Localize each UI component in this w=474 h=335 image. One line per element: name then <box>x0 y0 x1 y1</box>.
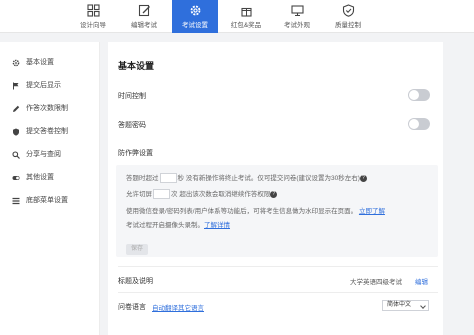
divider <box>118 292 438 293</box>
menu-icon <box>12 197 20 205</box>
gear-icon <box>12 59 20 67</box>
chevron-down-icon <box>420 303 426 309</box>
top-navigation: 设计向导 编辑考试 考试设置 红包&奖品 考试外观 质量控制 <box>0 0 474 33</box>
idle-timeout-row: 答题时超过 秒 没有新操作将终止考试。仅可提交问卷(建议设置为30秒左右)? <box>126 172 367 184</box>
sidebar-item-bottom-menu[interactable]: 底部菜单设置 <box>0 194 100 208</box>
language-select-value: 简体中文 <box>387 302 412 308</box>
switch-screen-row: 允许切屏 次 超出该次数会取消继续作答权限? <box>126 188 278 200</box>
gift-icon <box>240 4 253 17</box>
switch-screen-suffix: 超出该次数会取消继续作答权限 <box>179 191 271 198</box>
edit-link[interactable]: 编辑 <box>415 276 428 286</box>
survey-language-label: 问卷语言 <box>118 304 146 311</box>
sidebar-item-share-view[interactable]: 分享与查阅 <box>0 148 100 162</box>
title-description-label: 标题及说明 <box>118 278 153 285</box>
tab-label: 考试外观 <box>284 22 310 29</box>
tab-label: 设计向导 <box>80 22 106 29</box>
idle-timeout-prefix: 答题时超过 <box>126 175 159 182</box>
save-button[interactable]: 保存 <box>126 244 148 255</box>
shield-icon <box>12 128 20 136</box>
settings-sidebar: 基本设置 提交后显示 作答次数限制 提交答卷控制 分享与查阅 其他设置 底部菜单… <box>0 42 100 335</box>
switch-screen-prefix: 允许切屏 <box>126 191 152 198</box>
grid-icon <box>86 4 100 17</box>
details-link[interactable]: 了解详情 <box>204 222 230 229</box>
help-icon[interactable]: ? <box>270 190 278 198</box>
sidebar-item-label: 底部菜单设置 <box>26 197 68 204</box>
settings-panel: 基本设置 时间控制 答题密码 防作弊设置 答题时超过 秒 没有新操作将终止考试。仅… <box>108 42 443 335</box>
divider <box>118 266 438 267</box>
edit-icon <box>138 4 151 17</box>
pencil-icon <box>12 105 20 113</box>
anti-cheat-label: 防作弊设置 <box>118 150 153 157</box>
switch-count-input[interactable] <box>153 189 170 200</box>
tab-quality-control[interactable]: 质量控制 <box>325 0 371 33</box>
sidebar-item-other-settings[interactable]: 其他设置 <box>0 171 100 185</box>
tab-exam-appearance[interactable]: 考试外观 <box>274 0 320 33</box>
monitor-icon <box>290 4 304 17</box>
sidebar-item-submit-control[interactable]: 提交答卷控制 <box>0 125 100 139</box>
answer-password-toggle[interactable] <box>408 118 430 130</box>
tab-label: 红包&奖品 <box>230 22 262 29</box>
switch-count-unit: 次 <box>171 191 178 198</box>
time-control-toggle[interactable] <box>408 89 430 101</box>
watermark-text: 使用微信登录/密码列表/用户体系等功能后，可将考生信息做为水印显示在页面。 <box>126 208 358 215</box>
help-icon[interactable]: ? <box>359 174 367 182</box>
tab-exam-settings[interactable]: 考试设置 <box>172 0 218 33</box>
tab-label: 考试设置 <box>182 22 208 29</box>
shield-icon <box>342 4 355 17</box>
page-title: 基本设置 <box>118 61 155 71</box>
sidebar-item-basic-settings[interactable]: 基本设置 <box>0 56 100 70</box>
sidebar-item-after-submit[interactable]: 提交后显示 <box>0 79 100 93</box>
sidebar-item-label: 作答次数限制 <box>26 105 68 112</box>
language-select[interactable]: 简体中文 <box>382 300 429 311</box>
sidebar-item-label: 基本设置 <box>26 59 54 66</box>
flag-icon <box>12 82 20 90</box>
tab-label: 质量控制 <box>335 22 361 29</box>
tab-edit-exam[interactable]: 编辑考试 <box>121 0 167 33</box>
sidebar-item-label: 提交答卷控制 <box>26 128 68 135</box>
toggle-icon <box>12 174 20 182</box>
idle-seconds-unit: 秒 <box>177 175 185 182</box>
answer-password-label: 答题密码 <box>118 122 146 129</box>
tab-red-packet-prizes[interactable]: 红包&奖品 <box>223 0 269 33</box>
sidebar-item-label: 其他设置 <box>26 174 54 181</box>
camera-row: 考试过程开启摄像头录制。了解详情 <box>126 219 230 229</box>
auto-translate-link[interactable]: 自动翻译其它语言 <box>152 302 204 312</box>
camera-text: 考试过程开启摄像头录制。 <box>126 222 204 229</box>
sidebar-item-label: 分享与查阅 <box>26 151 61 158</box>
idle-timeout-suffix: 没有新操作将终止考试。仅可提交问卷(建议设置为30秒左右) <box>185 175 360 182</box>
sidebar-item-label: 提交后显示 <box>26 82 61 89</box>
exam-title-value: 大学英语四级考试 <box>350 279 402 286</box>
anti-cheat-panel: 答题时超过 秒 没有新操作将终止考试。仅可提交问卷(建议设置为30秒左右)? 允许… <box>116 165 438 257</box>
toggle-knob <box>409 90 419 100</box>
tab-design-guide[interactable]: 设计向导 <box>70 0 116 33</box>
search-icon <box>12 151 20 159</box>
sidebar-item-attempt-limit[interactable]: 作答次数限制 <box>0 102 100 116</box>
watermark-row: 使用微信登录/密码列表/用户体系等功能后，可将考生信息做为水印显示在页面。 立即… <box>126 205 385 215</box>
learn-more-link[interactable]: 立即了解 <box>359 208 385 215</box>
tab-label: 编辑考试 <box>131 22 157 29</box>
gear-icon <box>189 4 202 17</box>
time-control-label: 时间控制 <box>118 93 146 100</box>
toggle-knob <box>409 119 419 129</box>
page-background <box>443 42 474 335</box>
idle-seconds-input[interactable] <box>159 173 177 184</box>
